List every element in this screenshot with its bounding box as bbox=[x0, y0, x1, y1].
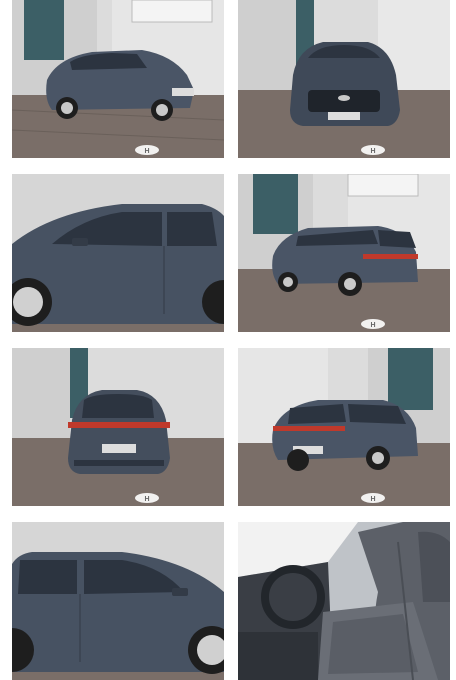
svg-text:H: H bbox=[144, 148, 149, 155]
svg-text:H: H bbox=[370, 322, 375, 329]
photo-thumbnail-1[interactable]: H bbox=[12, 0, 224, 158]
car-right-side-closeup-photo bbox=[12, 522, 224, 680]
car-rear-three-quarter-right-photo: H bbox=[238, 348, 450, 506]
photo-thumbnail-4[interactable]: H bbox=[238, 174, 450, 332]
photo-thumbnail-5[interactable]: H bbox=[12, 348, 224, 506]
car-rear-three-quarter-photo: H bbox=[238, 174, 450, 332]
car-front-three-quarter-photo: H bbox=[12, 0, 224, 158]
photo-thumbnail-2[interactable]: H bbox=[238, 0, 450, 158]
photo-thumbnail-6[interactable]: H bbox=[238, 348, 450, 506]
svg-text:H: H bbox=[370, 148, 375, 155]
photo-thumbnail-7[interactable] bbox=[12, 522, 224, 680]
photo-thumbnail-3[interactable] bbox=[12, 174, 224, 332]
car-side-closeup-photo bbox=[12, 174, 224, 332]
car-interior-seats-photo bbox=[238, 522, 450, 680]
car-front-view-photo: H bbox=[238, 0, 450, 158]
svg-text:H: H bbox=[144, 496, 149, 503]
photo-thumbnail-8[interactable] bbox=[238, 522, 450, 680]
photo-gallery: H H H H H bbox=[0, 0, 456, 680]
svg-text:H: H bbox=[370, 496, 375, 503]
car-rear-view-photo: H bbox=[12, 348, 224, 506]
